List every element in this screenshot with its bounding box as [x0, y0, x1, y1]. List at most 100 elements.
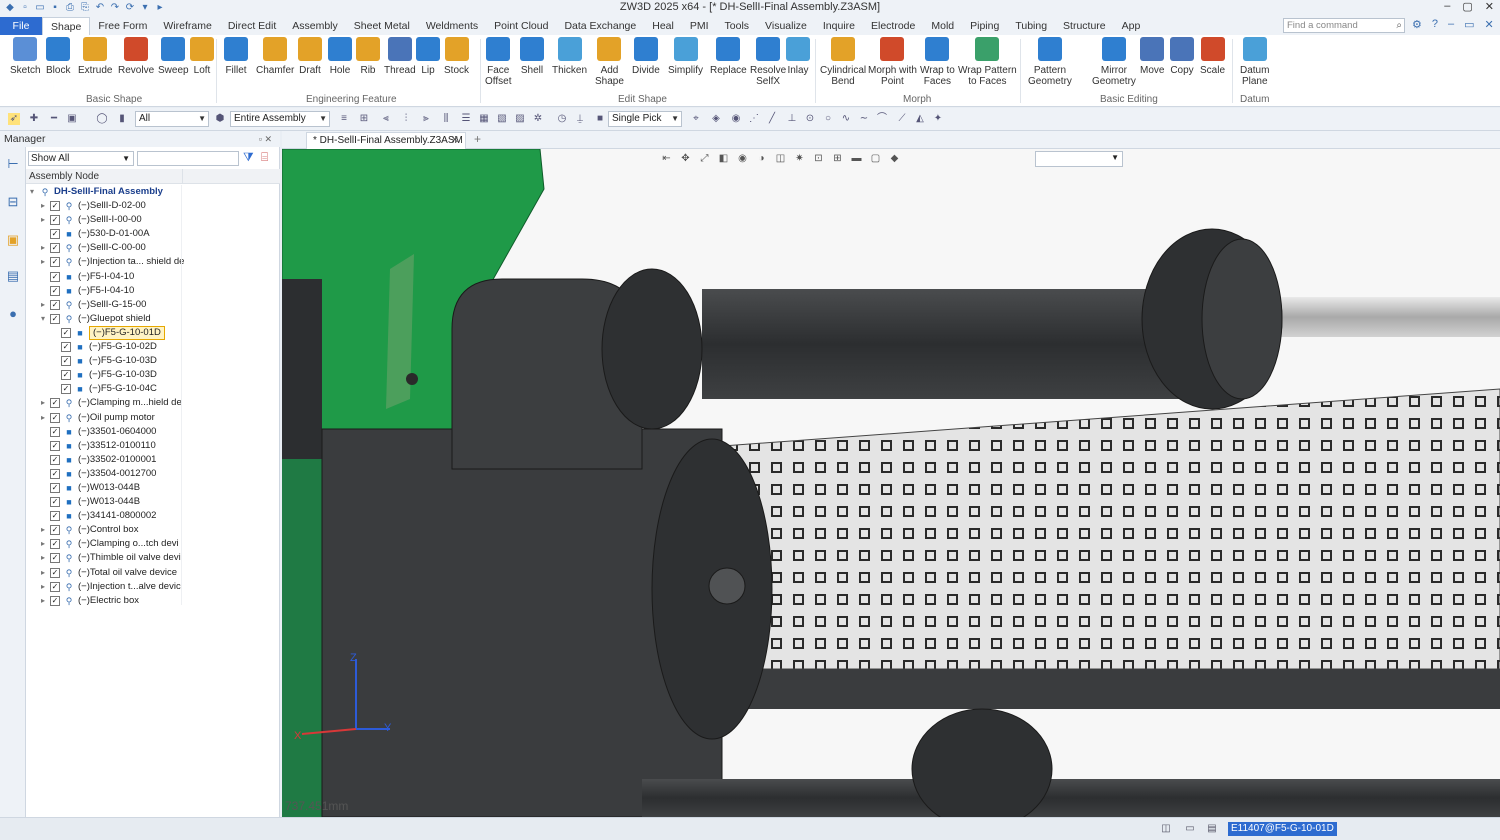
ribbon-button-lip[interactable]: Lip — [416, 37, 440, 76]
hopper-bracket[interactable] — [386, 254, 414, 409]
visibility-checkbox[interactable]: ✓ — [50, 468, 60, 479]
ribbon-button-revolve[interactable]: Revolve — [118, 37, 154, 76]
ribbon-button-inlay[interactable]: Inlay — [786, 37, 810, 76]
print-icon[interactable]: ⎙ — [64, 2, 76, 14]
tree-node[interactable]: ✓ ■ (−)F5-G-10-04C — [26, 382, 280, 396]
tree-node[interactable]: ✓ ■ (−)33504-0012700 — [26, 467, 280, 481]
section-icon[interactable]: ◫ — [774, 152, 787, 165]
minimize-doc-icon[interactable]: – — [1448, 18, 1454, 31]
menu-tab-point-cloud[interactable]: Point Cloud — [486, 17, 556, 35]
tree-node[interactable]: ▸ ✓ ⚲ (−)SellI-I-00-00 — [26, 213, 280, 227]
explode-icon[interactable]: ✷ — [793, 152, 806, 165]
tree-node[interactable]: ▾ ⚲ DH-SellI-Final Assembly — [26, 185, 280, 199]
menu-tab-tubing[interactable]: Tubing — [1007, 17, 1055, 35]
align-right-icon[interactable]: ⫸ — [420, 113, 432, 125]
tree-node[interactable]: ✓ ■ (−)W013-044B — [26, 495, 280, 509]
image-icon[interactable]: ▦ — [478, 113, 490, 125]
menu-tab-free-form[interactable]: Free Form — [90, 17, 155, 35]
add-icon[interactable]: ✚ — [28, 113, 40, 125]
scope-combo[interactable]: Entire Assembly ▼ — [230, 111, 330, 127]
snap-face-icon[interactable]: ◭ — [914, 113, 926, 125]
tree-node[interactable]: ▸ ✓ ⚲ (−)Oil pump motor — [26, 411, 280, 425]
bolt-head[interactable] — [708, 567, 746, 605]
snap-vertex-icon[interactable]: ◈ — [710, 113, 722, 125]
layout-icon[interactable]: ⊞ — [831, 152, 844, 165]
tree-node[interactable]: ✓ ■ (−)33502-0100001 — [26, 453, 280, 467]
menu-tab-electrode[interactable]: Electrode — [863, 17, 923, 35]
color-icon[interactable]: ▬ — [850, 152, 863, 165]
tree-node[interactable]: ✓ ■ (−)F5-G-10-01D — [26, 325, 280, 340]
render-mode-icon[interactable]: ◉ — [736, 152, 749, 165]
play-icon[interactable]: ▸ — [154, 2, 166, 14]
menu-tab-visualize[interactable]: Visualize — [757, 17, 815, 35]
ribbon-button-pattern-geometry[interactable]: Pattern Geometry — [1028, 37, 1072, 87]
ribbon-button-datum-plane[interactable]: Datum Plane — [1240, 37, 1269, 87]
layout-status-icon[interactable]: ◫ — [1160, 823, 1172, 835]
pin-close-icon[interactable]: ▫ ✕ — [259, 131, 272, 147]
view-style-combo[interactable]: ▼ — [1035, 151, 1123, 167]
chevron-right-icon[interactable]: ▸ — [41, 580, 45, 594]
pan-icon[interactable]: ✥ — [679, 152, 692, 165]
tree-node[interactable]: ▸ ✓ ⚲ (−)Thimble oil valve devi — [26, 551, 280, 565]
tree-node[interactable]: ✓ ■ (−)33512-0100110 — [26, 439, 280, 453]
ribbon-button-thicken[interactable]: Thicken — [552, 37, 587, 76]
tree-node[interactable]: ✓ ■ (−)F5-G-10-03D — [26, 354, 280, 368]
ribbon-button-face-offset[interactable]: Face Offset — [485, 37, 512, 87]
zoom-icon[interactable]: ⤢ — [698, 152, 711, 165]
snap-spline-icon[interactable]: ∼ — [858, 113, 870, 125]
view-cube-icon[interactable]: ◧ — [717, 152, 730, 165]
ribbon-button-divide[interactable]: Divide — [632, 37, 660, 76]
ribbon-button-morph-with-point[interactable]: Morph with Point — [868, 37, 917, 87]
minimize-button[interactable]: – — [1444, 0, 1450, 13]
close-button[interactable]: ✕ — [1485, 0, 1494, 13]
select-arrow-icon[interactable]: ➶ — [8, 113, 20, 125]
snap-mid-icon[interactable]: ⋰ — [748, 113, 760, 125]
tree-node[interactable]: ✓ ■ (−)F5-I-04-10 — [26, 284, 280, 298]
search-icon[interactable]: ⌕ — [1396, 19, 1402, 32]
menu-tab-data-exchange[interactable]: Data Exchange — [556, 17, 644, 35]
dropdown-icon[interactable]: ▾ — [139, 2, 151, 14]
tree-node[interactable]: ▸ ✓ ⚲ (−)SellI-D-02-00 — [26, 199, 280, 213]
chevron-right-icon[interactable]: ▸ — [41, 255, 45, 269]
visibility-checkbox[interactable]: ✓ — [50, 581, 60, 592]
ribbon-button-scale[interactable]: Scale — [1200, 37, 1225, 76]
menu-tab-app[interactable]: App — [1114, 17, 1149, 35]
ribbon-button-wrap-to-faces[interactable]: Wrap to Faces — [920, 37, 955, 87]
menu-tab-heal[interactable]: Heal — [644, 17, 682, 35]
chevron-right-icon[interactable]: ▸ — [41, 396, 45, 410]
upper-cylinder[interactable] — [702, 289, 1182, 399]
visibility-checkbox[interactable]: ✓ — [50, 201, 60, 212]
ribbon-button-chamfer[interactable]: Chamfer — [256, 37, 294, 76]
ribbon-button-shell[interactable]: Shell — [520, 37, 544, 76]
menu-tab-sheet-metal[interactable]: Sheet Metal — [346, 17, 418, 35]
chevron-right-icon[interactable]: ▸ — [41, 411, 45, 425]
snap-line-icon[interactable]: ╱ — [766, 113, 778, 125]
screen-status-icon[interactable]: ▭ — [1184, 823, 1196, 835]
circle-icon[interactable]: ◯ — [96, 113, 108, 125]
maximize-button[interactable]: ▢ — [1462, 0, 1472, 13]
snap-center-icon[interactable]: ◉ — [730, 113, 742, 125]
upper-rod[interactable] — [1262, 297, 1500, 337]
tree-node[interactable]: ✓ ■ (−)F5-G-10-02D — [26, 340, 280, 354]
assembly-tree-icon[interactable]: ⊟ — [4, 193, 22, 211]
tree-node[interactable]: ✓ ■ (−)34141-0800002 — [26, 509, 280, 523]
user-icon[interactable]: ● — [4, 305, 22, 323]
snap-tangent-icon[interactable]: ⟋ — [896, 113, 908, 125]
grid-icon[interactable]: ⊞ — [358, 113, 370, 125]
visibility-checkbox[interactable]: ✓ — [50, 313, 60, 324]
ribbon-button-extrude[interactable]: Extrude — [78, 37, 112, 76]
visibility-checkbox[interactable]: ✓ — [50, 412, 60, 423]
menu-tab-weldments[interactable]: Weldments — [418, 17, 486, 35]
app-logo-icon[interactable]: ◆ — [4, 2, 16, 14]
tree-node[interactable]: ▸ ✓ ⚲ (−)Clamping m...hield de — [26, 396, 280, 410]
ribbon-button-add-shape[interactable]: Add Shape — [595, 37, 624, 87]
filter-combo[interactable]: All ▼ — [135, 111, 209, 127]
visibility-checkbox[interactable]: ✓ — [50, 285, 60, 296]
head-collar[interactable] — [601, 268, 703, 430]
visibility-checkbox[interactable]: ✓ — [61, 370, 71, 381]
grid-status-icon[interactable]: ▤ — [1206, 823, 1218, 835]
menu-tab-direct-edit[interactable]: Direct Edit — [220, 17, 284, 35]
tree-node[interactable]: ▸ ✓ ⚲ (−)SellI-C-00-00 — [26, 241, 280, 255]
fit-icon[interactable]: ⊡ — [812, 152, 825, 165]
visibility-checkbox[interactable]: ✓ — [50, 299, 60, 310]
